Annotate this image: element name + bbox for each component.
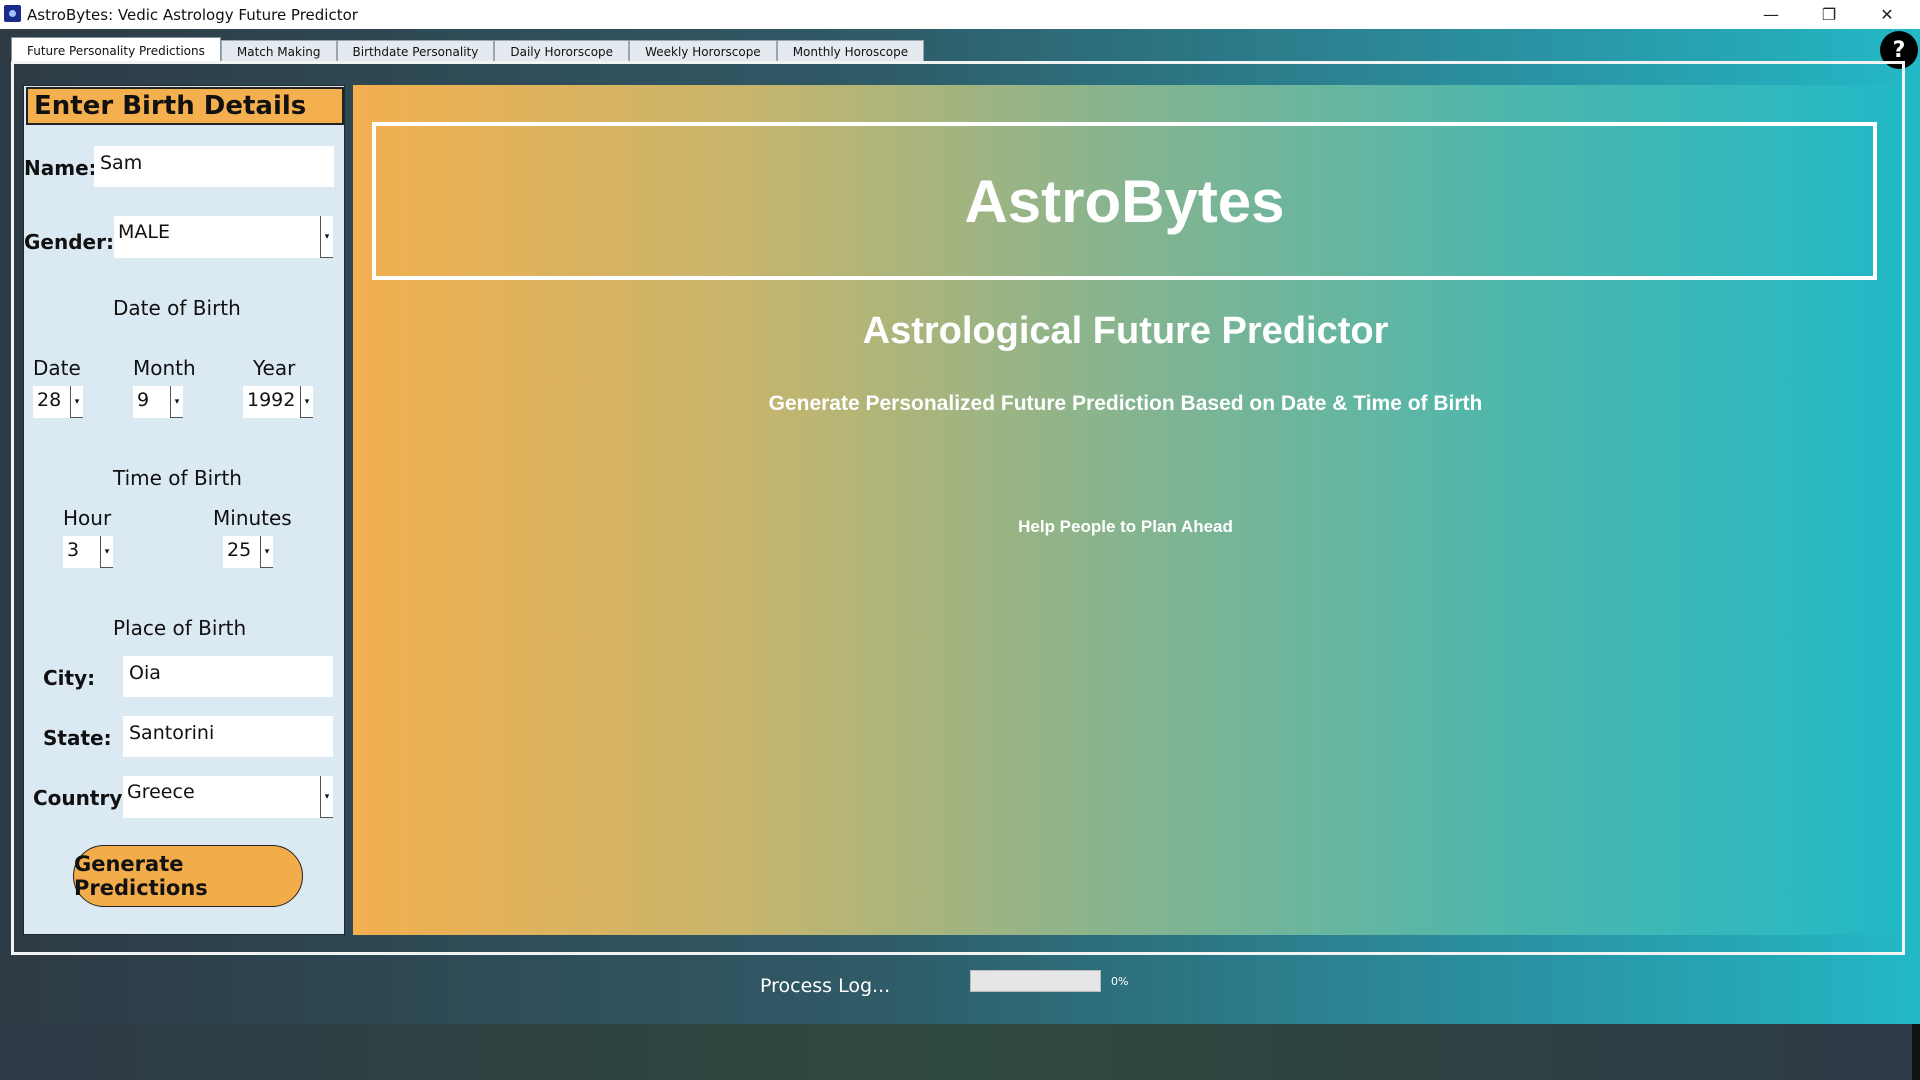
chevron-down-icon: ▾ [70, 386, 83, 418]
date-value: 28 [37, 389, 61, 411]
minimize-button[interactable]: — [1742, 0, 1800, 29]
window-title: AstroBytes: Vedic Astrology Future Predi… [27, 6, 358, 24]
month-select[interactable]: 9 ▾ [133, 386, 183, 418]
chevron-down-icon: ▾ [170, 386, 183, 418]
generate-predictions-button[interactable]: Generate Predictions [73, 845, 303, 907]
chevron-down-icon: ▾ [260, 536, 273, 568]
tab-bar: Future Personality Predictions Match Mak… [11, 40, 924, 62]
maximize-button[interactable]: ❐ [1800, 0, 1858, 29]
birth-details-panel: Enter Birth Details Name: Sam Gender: MA… [23, 85, 345, 935]
minutes-value: 25 [227, 539, 251, 561]
month-value: 9 [137, 389, 149, 411]
state-field[interactable]: Santorini [123, 716, 333, 757]
title-bar: AstroBytes: Vedic Astrology Future Predi… [0, 0, 1920, 29]
name-label: Name: [24, 156, 97, 180]
state-label: State: [43, 726, 112, 750]
hero-panel: AstroBytes Astrological Future Predictor… [353, 85, 1898, 935]
app-icon [4, 5, 21, 22]
hero-tagline: Help People to Plan Ahead [353, 517, 1898, 537]
date-label: Date [33, 356, 81, 380]
minutes-label: Minutes [213, 506, 292, 530]
tab-match-making[interactable]: Match Making [221, 40, 337, 63]
chevron-down-icon: ▾ [100, 536, 113, 568]
close-button[interactable]: ✕ [1858, 0, 1916, 29]
year-value: 1992 [247, 389, 295, 411]
hour-select[interactable]: 3 ▾ [63, 536, 113, 568]
pob-title: Place of Birth [113, 616, 246, 640]
name-field[interactable]: Sam [94, 146, 334, 187]
tob-title: Time of Birth [113, 466, 242, 490]
year-select[interactable]: 1992 ▾ [243, 386, 313, 418]
tab-daily-horoscope[interactable]: Daily Hororscope [494, 40, 629, 63]
chevron-down-icon: ▾ [320, 776, 333, 818]
progress-percent: 0% [1111, 975, 1128, 988]
gender-value: MALE [118, 221, 170, 243]
panel-header: Enter Birth Details [26, 87, 344, 125]
taskbar-edge [1912, 1024, 1920, 1080]
hour-label: Hour [63, 506, 111, 530]
gender-label: Gender: [24, 230, 114, 254]
brand-title: AstroBytes [964, 167, 1284, 236]
brand-box: AstroBytes [372, 122, 1877, 280]
country-value: Greece [127, 781, 195, 803]
dob-title: Date of Birth [113, 296, 241, 320]
date-select[interactable]: 28 ▾ [33, 386, 83, 418]
year-label: Year [253, 356, 295, 380]
status-bar [0, 955, 1920, 1024]
hero-title: Astrological Future Predictor [353, 310, 1898, 353]
country-label: Country: [33, 786, 130, 810]
tab-monthly-horoscope[interactable]: Monthly Horoscope [777, 40, 924, 63]
tab-future-personality-predictions[interactable]: Future Personality Predictions [11, 37, 221, 63]
tab-birthdate-personality[interactable]: Birthdate Personality [337, 40, 495, 63]
city-label: City: [43, 666, 95, 690]
city-field[interactable]: Oia [123, 656, 333, 697]
hour-value: 3 [67, 539, 79, 561]
progress-bar [970, 970, 1101, 992]
month-label: Month [133, 356, 196, 380]
hero-subtitle: Generate Personalized Future Prediction … [353, 392, 1898, 416]
country-select[interactable]: Greece ▾ [123, 776, 333, 818]
gender-select[interactable]: MALE ▾ [114, 216, 333, 258]
minutes-select[interactable]: 25 ▾ [223, 536, 273, 568]
taskbar [0, 1024, 1920, 1080]
chevron-down-icon: ▾ [320, 216, 333, 258]
process-log-label: Process Log... [760, 975, 890, 997]
chevron-down-icon: ▾ [300, 386, 313, 418]
tab-weekly-horoscope[interactable]: Weekly Hororscope [629, 40, 777, 63]
